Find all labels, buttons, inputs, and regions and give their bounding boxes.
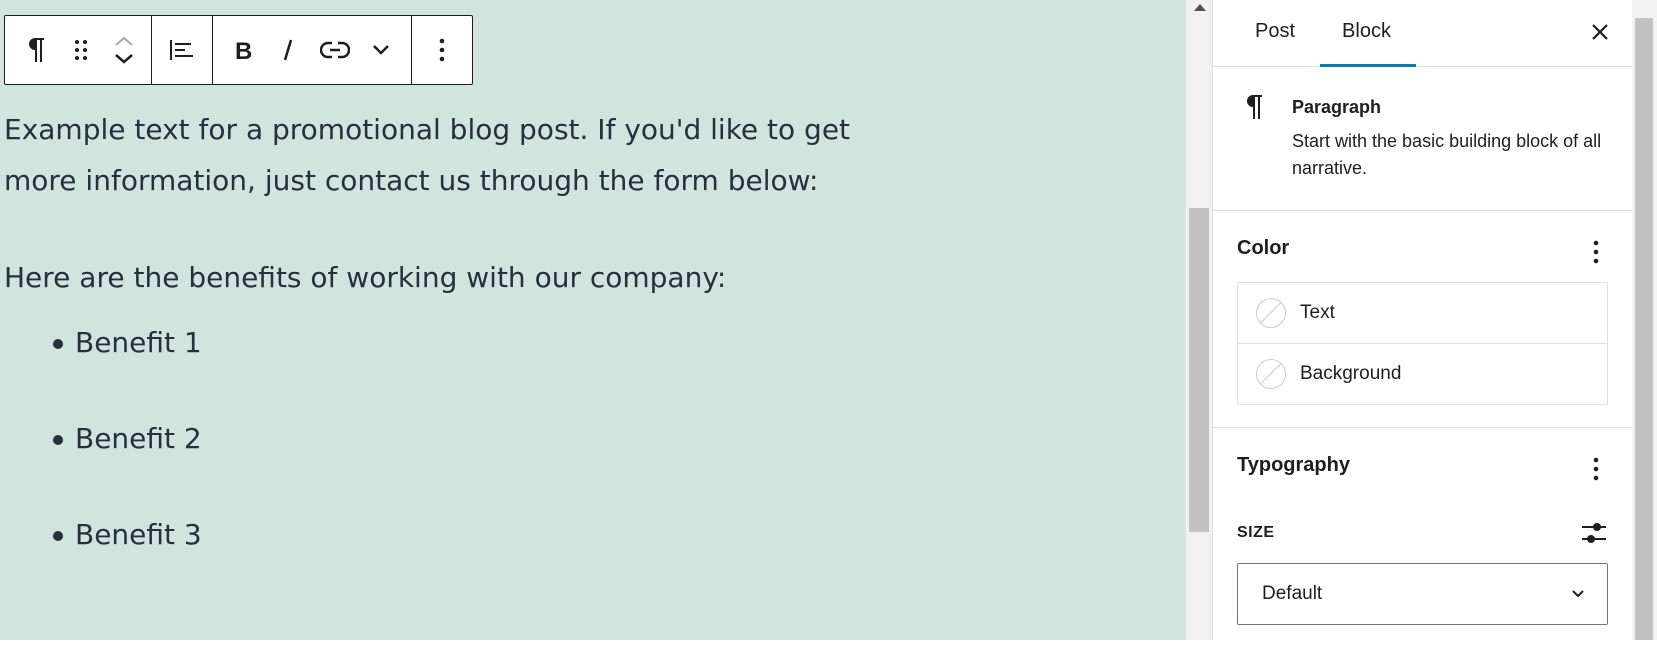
color-panel-title: Color — [1237, 237, 1290, 259]
scroll-up-icon[interactable] — [1194, 4, 1206, 11]
align-group — [152, 16, 213, 84]
typography-panel: Typography SIZE Default — [1213, 428, 1632, 647]
sidebar-scrollbar-thumb[interactable] — [1635, 18, 1653, 640]
svg-text:B: B — [235, 38, 252, 62]
color-panel: Color Text Background — [1213, 211, 1632, 428]
size-label: SIZE — [1237, 524, 1275, 541]
paragraph-block[interactable]: Here are the benefits of working with ou… — [4, 252, 1004, 303]
paragraph-block[interactable]: Example text for a promotional blog post… — [4, 104, 904, 206]
typography-options-kebab-icon[interactable] — [1584, 454, 1608, 484]
font-size-value: Default — [1262, 583, 1323, 604]
block-info: Paragraph Start with the basic building … — [1292, 93, 1612, 182]
block-title: Paragraph — [1292, 97, 1382, 117]
color-item-background[interactable]: Background — [1238, 343, 1607, 404]
tab-post[interactable]: Post — [1233, 0, 1320, 66]
chevron-up-icon[interactable] — [114, 35, 134, 47]
options-group — [412, 16, 472, 84]
empty-swatch-icon — [1256, 359, 1286, 389]
color-item-label: Text — [1300, 302, 1335, 323]
list-item[interactable]: Benefit 1 — [53, 323, 1004, 363]
more-formats-chevron-icon[interactable] — [361, 26, 401, 74]
sidebar-tabs: Post Block — [1213, 0, 1632, 67]
align-left-icon[interactable] — [162, 26, 202, 74]
drag-handle-icon[interactable] — [61, 26, 101, 74]
link-icon[interactable] — [315, 26, 355, 74]
editor-canvas[interactable]: B Example text for a promotional blog po… — [0, 0, 1185, 640]
size-row: SIZE — [1237, 519, 1608, 547]
chevron-down-icon — [1572, 590, 1584, 598]
color-list: Text Background — [1237, 282, 1608, 405]
paragraph-icon[interactable] — [15, 26, 55, 74]
font-size-select[interactable]: Default — [1237, 563, 1608, 625]
block-mover — [107, 22, 141, 78]
block-description: Start with the basic building block of a… — [1292, 131, 1602, 178]
block-toolbar: B — [4, 15, 473, 85]
scrollbar-thumb[interactable] — [1189, 208, 1209, 532]
color-options-kebab-icon[interactable] — [1584, 237, 1608, 267]
custom-size-settings-icon[interactable] — [1580, 519, 1608, 547]
format-group: B — [213, 16, 412, 84]
color-item-text[interactable]: Text — [1238, 283, 1607, 343]
list-item[interactable]: Benefit 3 — [53, 515, 1004, 555]
paragraph-icon — [1241, 93, 1292, 182]
block-type-group — [5, 16, 152, 84]
chevron-down-icon[interactable] — [114, 53, 134, 65]
list-item[interactable]: Benefit 2 — [53, 419, 1004, 459]
close-icon[interactable] — [1586, 18, 1614, 46]
list-block[interactable]: Benefit 1 Benefit 2 Benefit 3 — [4, 323, 1004, 555]
block-card: Paragraph Start with the basic building … — [1213, 67, 1632, 211]
post-content[interactable]: Example text for a promotional blog post… — [4, 104, 1004, 611]
sidebar-scrollbar[interactable] — [1632, 0, 1657, 640]
kebab-icon[interactable] — [422, 26, 462, 74]
tab-block[interactable]: Block — [1320, 0, 1416, 67]
typography-panel-title: Typography — [1237, 454, 1350, 476]
editor-scrollbar[interactable] — [1185, 0, 1212, 640]
italic-icon[interactable] — [269, 26, 309, 74]
color-item-label: Background — [1300, 363, 1402, 384]
bold-icon[interactable]: B — [223, 26, 263, 74]
settings-sidebar: Post Block Paragraph Start with the basi… — [1212, 0, 1632, 640]
empty-swatch-icon — [1256, 298, 1286, 328]
